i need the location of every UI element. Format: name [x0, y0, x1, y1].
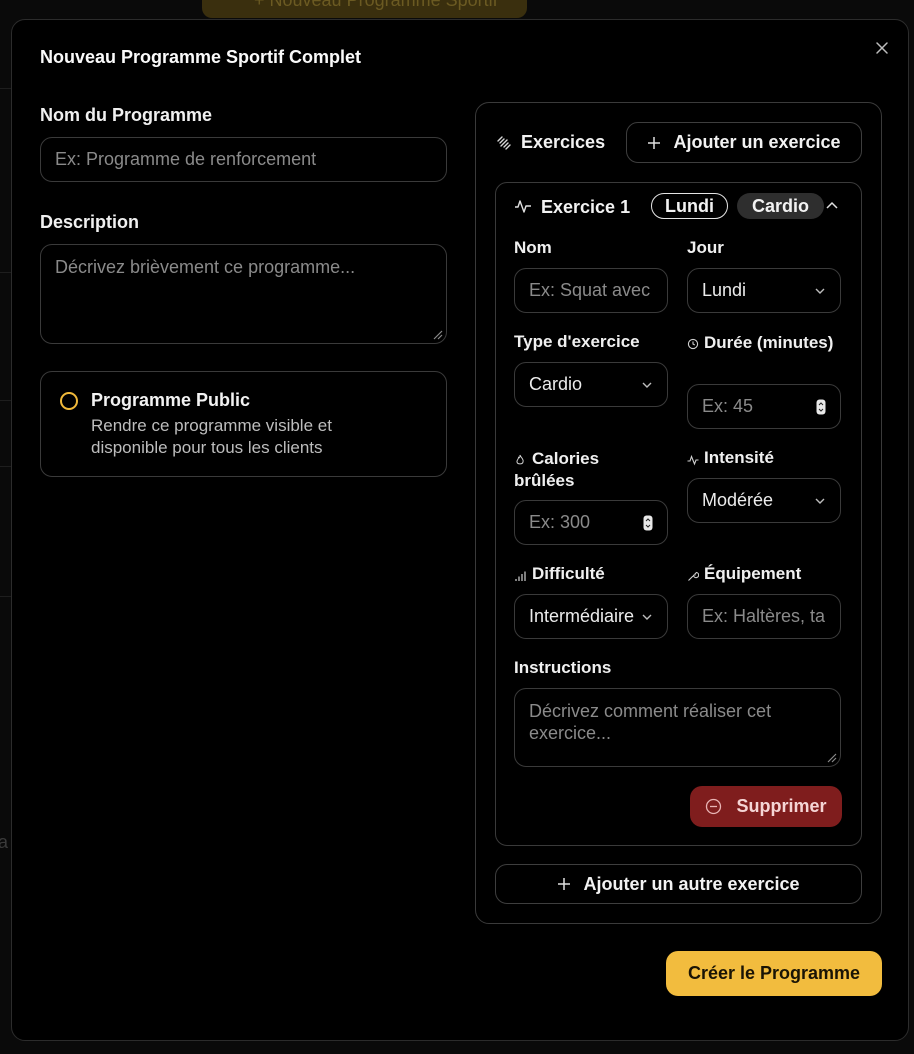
- chevron-down-icon: [815, 498, 825, 504]
- add-another-exercise-label: Ajouter un autre exercice: [583, 873, 800, 894]
- resize-handle-icon[interactable]: [431, 328, 443, 340]
- calories-placeholder: Ex: 300: [529, 512, 591, 532]
- create-program-button[interactable]: Créer le Programme: [666, 951, 882, 996]
- dialog-title: Nouveau Programme Sportif Complet: [40, 47, 362, 67]
- chevron-down-icon: [815, 288, 825, 294]
- add-exercise-button[interactable]: Ajouter un exercice: [626, 122, 862, 163]
- exercise-name-placeholder: Ex: Squat avec haltères: [529, 280, 653, 300]
- day-badge: Lundi: [651, 193, 728, 219]
- activity-icon: [687, 454, 699, 466]
- delete-exercise-label: Supprimer: [736, 796, 827, 816]
- exercise-name-label: Nom: [514, 238, 552, 257]
- exercise-card: Exercice 1 Lundi Cardio Nom Ex: Squat av…: [495, 182, 862, 846]
- description-label: Description: [40, 212, 140, 232]
- public-option-title: Programme Public: [91, 390, 251, 410]
- public-option-description: Rendre ce programme visible et disponibl…: [91, 416, 332, 457]
- plus-icon: [648, 136, 661, 149]
- calories-label: Calories brûlées: [514, 449, 600, 490]
- equipment-label: Équipement: [704, 564, 802, 583]
- chevron-up-icon[interactable]: [826, 200, 838, 210]
- calories-input[interactable]: Ex: 300: [514, 500, 668, 545]
- intensity-value: Modérée: [702, 490, 774, 510]
- public-program-option[interactable]: Programme Public Rendre ce programme vis…: [40, 371, 447, 477]
- backdrop-text: a: [0, 832, 9, 852]
- plus-icon: [558, 878, 571, 890]
- intensity-select[interactable]: Modérée: [687, 478, 841, 523]
- clock-icon: [687, 338, 699, 350]
- exercise-type-select[interactable]: Cardio: [514, 362, 668, 407]
- instructions-textarea[interactable]: Décrivez comment réaliser cet exercice..…: [514, 688, 841, 767]
- duration-label: Durée (minutes): [704, 333, 834, 352]
- program-name-placeholder: Ex: Programme de renforcement: [55, 149, 317, 169]
- intensity-label: Intensité: [704, 448, 774, 467]
- instructions-label: Instructions: [514, 658, 612, 677]
- difficulty-label: Difficulté: [532, 564, 605, 583]
- delete-exercise-button[interactable]: Supprimer: [690, 786, 842, 827]
- activity-icon: [515, 200, 531, 213]
- exercise-name-input[interactable]: Ex: Squat avec haltères: [514, 268, 668, 313]
- exercise-type-value: Cardio: [529, 374, 583, 394]
- add-exercise-label: Ajouter un exercice: [673, 132, 841, 152]
- add-another-exercise-button[interactable]: Ajouter un autre exercice: [495, 864, 862, 904]
- day-select-value: Lundi: [702, 280, 747, 300]
- public-radio[interactable]: [60, 392, 78, 410]
- instructions-placeholder: Décrivez comment réaliser cet exercice..…: [529, 701, 772, 743]
- wrench-icon: [688, 571, 699, 581]
- exercises-section-title: Exercices: [521, 132, 606, 152]
- exercise-type-label: Type d'exercice: [514, 332, 640, 351]
- backdrop-new-program-button: + Nouveau Programme Sportif: [202, 0, 527, 18]
- spinner-icon[interactable]: [643, 515, 653, 531]
- day-select[interactable]: Lundi: [687, 268, 841, 313]
- description-placeholder: Décrivez brièvement ce programme...: [55, 257, 356, 277]
- day-label: Jour: [687, 238, 724, 257]
- description-textarea[interactable]: Décrivez brièvement ce programme...: [40, 244, 447, 344]
- minus-circle-icon: [706, 798, 722, 815]
- chevron-down-icon: [642, 382, 652, 388]
- difficulty-value: Intermédiaire: [529, 606, 635, 626]
- duration-placeholder: Ex: 45: [702, 396, 754, 416]
- type-badge: Cardio: [737, 193, 824, 219]
- program-name-input[interactable]: Ex: Programme de renforcement: [40, 137, 447, 182]
- dumbbell-icon: [497, 136, 511, 150]
- new-program-dialog: Nouveau Programme Sportif Complet Nom du…: [11, 19, 909, 1041]
- resize-handle-icon[interactable]: [825, 751, 837, 763]
- exercise-title: Exercice 1: [541, 197, 631, 217]
- program-name-label: Nom du Programme: [40, 105, 213, 125]
- equipment-input[interactable]: Ex: Haltères, tapis: [687, 594, 841, 639]
- spinner-icon[interactable]: [816, 399, 826, 415]
- difficulty-select[interactable]: Intermédiaire: [514, 594, 668, 639]
- exercises-panel: Exercices Ajouter un exercice Exercice 1…: [475, 102, 882, 924]
- duration-input[interactable]: Ex: 45: [687, 384, 841, 429]
- close-icon[interactable]: [874, 40, 890, 56]
- chevron-down-icon: [642, 614, 652, 620]
- equipment-placeholder: Ex: Haltères, tapis: [702, 606, 826, 626]
- signal-bars-icon: [515, 571, 526, 581]
